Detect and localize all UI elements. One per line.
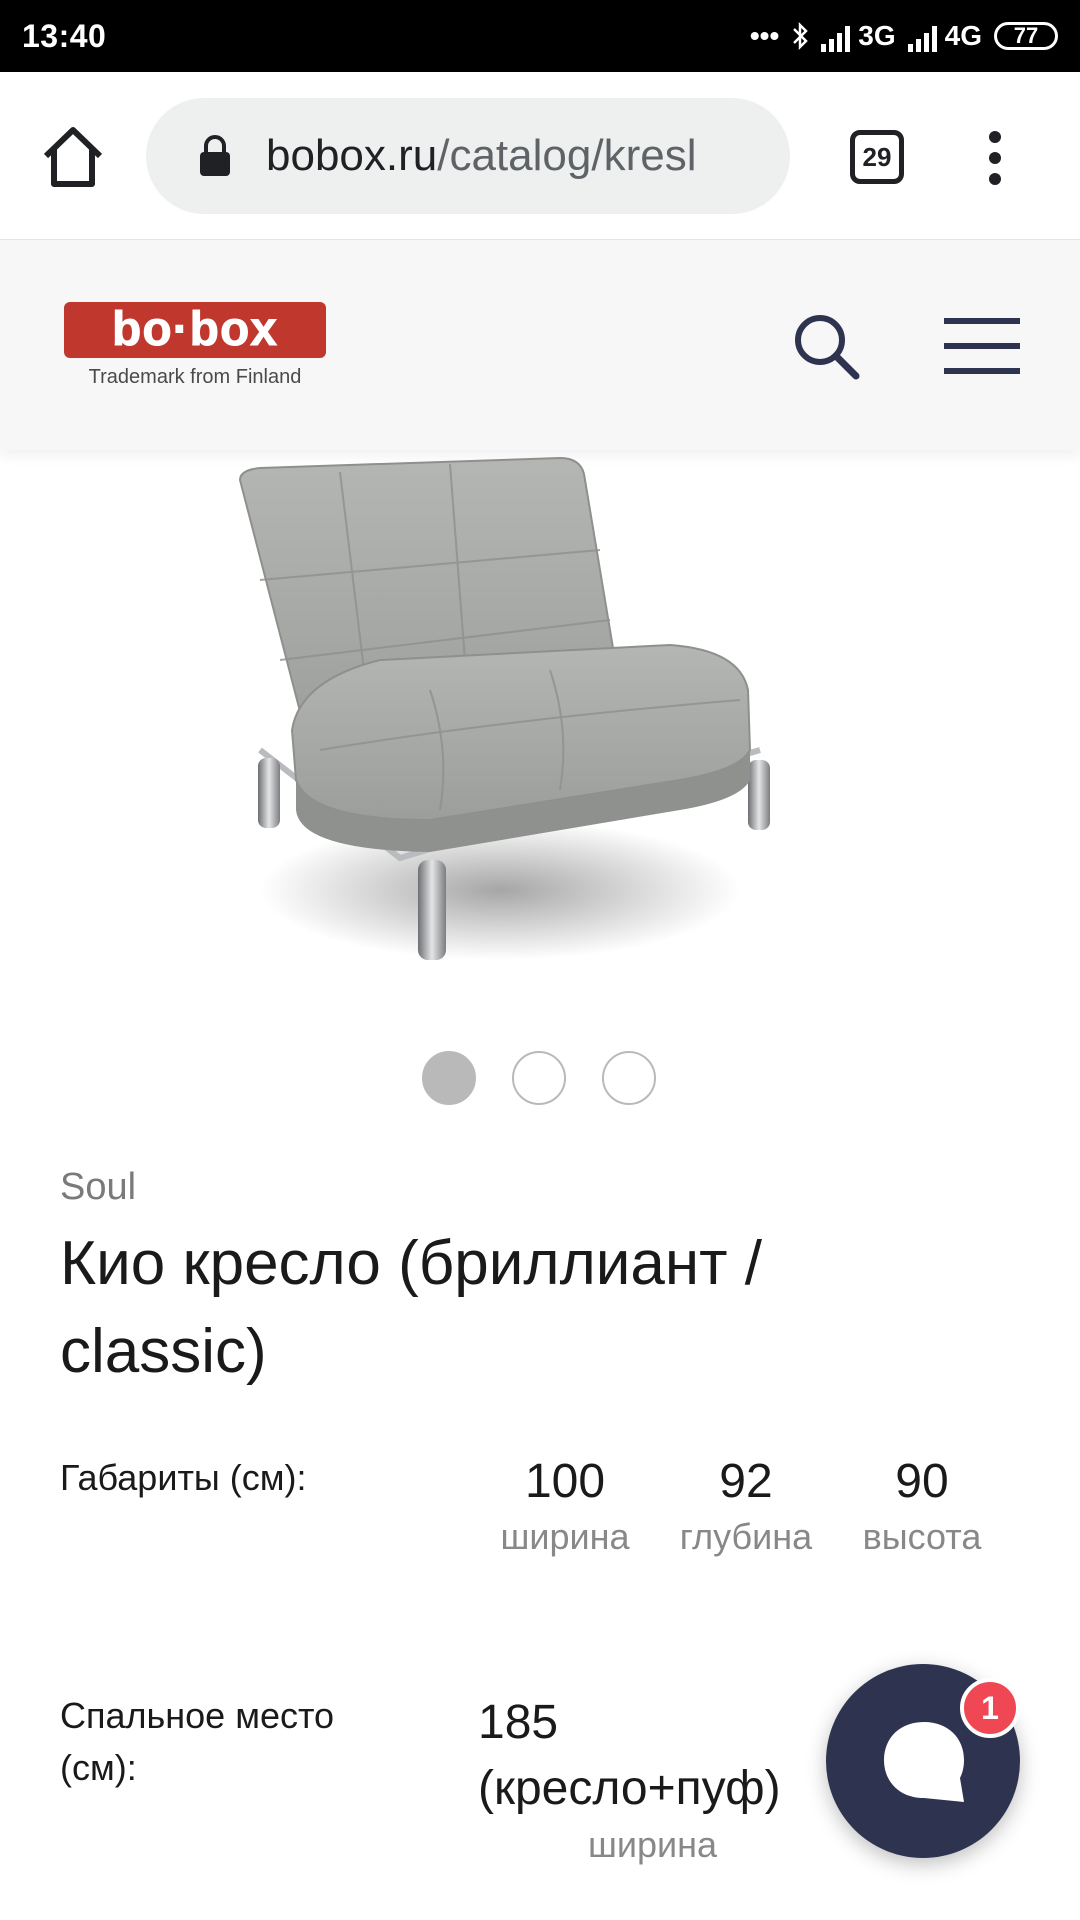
- hamburger-menu-icon[interactable]: [944, 316, 1020, 376]
- network-label-2: 4G: [944, 20, 982, 51]
- status-bar: 13:40 ••• 3G 4G 77: [0, 0, 1080, 72]
- sleeping-area-number: 185: [478, 1696, 559, 1749]
- sleeping-area-label: Спальное место (см):: [60, 1695, 335, 1788]
- tabs-icon[interactable]: 29: [850, 130, 904, 184]
- url-text: bobox.ru/catalog/kresl: [266, 131, 696, 181]
- lock-icon: [200, 135, 230, 176]
- status-icons: ••• 3G 4G 77: [750, 20, 1058, 52]
- dimension-value: 92: [719, 1455, 773, 1508]
- carousel-dot[interactable]: [512, 1051, 566, 1105]
- logo[interactable]: bo·box Trademark from Finland: [64, 302, 326, 389]
- product-brand[interactable]: Soul: [60, 1166, 136, 1209]
- dimensions-label: Габариты (см):: [60, 1457, 307, 1498]
- sleeping-area-value: 185 (кресло+пуф): [478, 1690, 781, 1822]
- bluetooth-icon: [793, 21, 809, 51]
- product-title: Кио кресло (бриллиант / classic): [60, 1229, 762, 1386]
- carousel-dot[interactable]: [422, 1051, 476, 1105]
- sleeping-area-note: (кресло+пуф): [478, 1762, 781, 1815]
- dimension-depth: 92 глубина: [656, 1450, 836, 1560]
- carousel-dot[interactable]: [602, 1051, 656, 1105]
- logo-badge: bo·box: [64, 302, 326, 358]
- url-path: /catalog/kresl: [437, 131, 697, 180]
- dimension-value: 90: [895, 1455, 949, 1508]
- dimension-value: 100: [524, 1455, 606, 1508]
- signal-icon: [821, 26, 851, 52]
- floor-shadow: [260, 820, 740, 960]
- more-notifications-icon: •••: [749, 20, 780, 51]
- network-label-1: 3G: [858, 20, 896, 51]
- logo-text: bo·box: [112, 303, 278, 356]
- carousel-indicators: [422, 1051, 656, 1105]
- signal-icon: [907, 26, 937, 52]
- status-time: 13:40: [22, 17, 107, 54]
- chair-leg: [258, 758, 280, 828]
- sleeping-area-unit: ширина: [588, 1824, 718, 1865]
- address-bar[interactable]: bobox.ru/catalog/kresl: [146, 98, 790, 214]
- logo-tagline: Trademark from Finland: [88, 366, 302, 388]
- battery-icon: 77: [994, 22, 1058, 50]
- chair-leg: [748, 760, 770, 830]
- battery-level: 77: [1013, 23, 1039, 48]
- tab-count: 29: [862, 141, 892, 172]
- url-host: bobox.ru: [266, 131, 438, 180]
- dimension-width: 100 ширина: [475, 1450, 655, 1560]
- chat-bubble-icon: [884, 1722, 964, 1802]
- home-icon[interactable]: [38, 122, 108, 192]
- chat-button[interactable]: 1: [826, 1664, 1020, 1858]
- more-vert-icon[interactable]: [980, 128, 1010, 188]
- site-header: bo·box Trademark from Finland: [0, 240, 1080, 450]
- search-icon[interactable]: [790, 310, 862, 382]
- dimension-unit: глубина: [679, 1516, 813, 1557]
- dimension-height: 90 высота: [832, 1450, 1012, 1560]
- dimension-unit: высота: [862, 1516, 982, 1557]
- browser-toolbar: bobox.ru/catalog/kresl 29: [0, 72, 1080, 240]
- product-image[interactable]: [200, 450, 800, 990]
- chat-badge: 1: [960, 1678, 1020, 1738]
- dimension-unit: ширина: [500, 1516, 630, 1557]
- chair-leg: [418, 860, 446, 960]
